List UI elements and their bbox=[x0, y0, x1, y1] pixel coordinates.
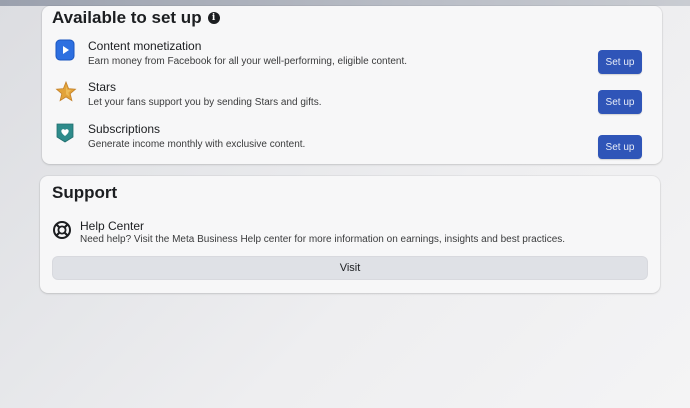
content-monetization-setup-button[interactable]: Set up bbox=[598, 50, 642, 74]
subscriptions-description: Generate income monthly with exclusive c… bbox=[88, 139, 306, 150]
play-icon bbox=[54, 39, 76, 61]
support-card: Support Help Center Need help? Visit the… bbox=[40, 176, 660, 293]
content-monetization-title: Content monetization bbox=[88, 39, 202, 53]
visit-button[interactable]: Visit bbox=[52, 256, 648, 280]
section-title: Available to set up bbox=[52, 8, 202, 27]
lifebuoy-icon bbox=[52, 220, 74, 242]
available-to-set-up-header: Available to set up i bbox=[52, 8, 220, 28]
stars-description: Let your fans support you by sending Sta… bbox=[88, 97, 322, 108]
available-to-set-up-card: Available to set up i Content monetizati… bbox=[42, 6, 662, 164]
support-title: Support bbox=[52, 183, 118, 202]
content-monetization-row: Content monetization Earn money from Fac… bbox=[52, 39, 652, 75]
star-icon bbox=[54, 80, 77, 102]
stars-setup-button[interactable]: Set up bbox=[598, 90, 642, 114]
content-monetization-description: Earn money from Facebook for all your we… bbox=[88, 56, 408, 67]
support-header: Support bbox=[52, 183, 117, 203]
help-center-title: Help Center bbox=[80, 219, 145, 233]
help-center-row[interactable]: Help Center Need help? Visit the Meta Bu… bbox=[52, 218, 652, 248]
stars-title: Stars bbox=[88, 80, 117, 94]
help-center-description: Need help? Visit the Meta Business Help … bbox=[80, 234, 566, 245]
subscriptions-row: Subscriptions Generate income monthly wi… bbox=[52, 122, 652, 159]
heart-shield-icon bbox=[54, 122, 76, 144]
info-icon[interactable]: i bbox=[207, 12, 220, 24]
subscriptions-title: Subscriptions bbox=[88, 122, 161, 136]
subscriptions-setup-button[interactable]: Set up bbox=[598, 135, 642, 159]
stars-row: Stars Let your fans support you by sendi… bbox=[52, 80, 652, 116]
